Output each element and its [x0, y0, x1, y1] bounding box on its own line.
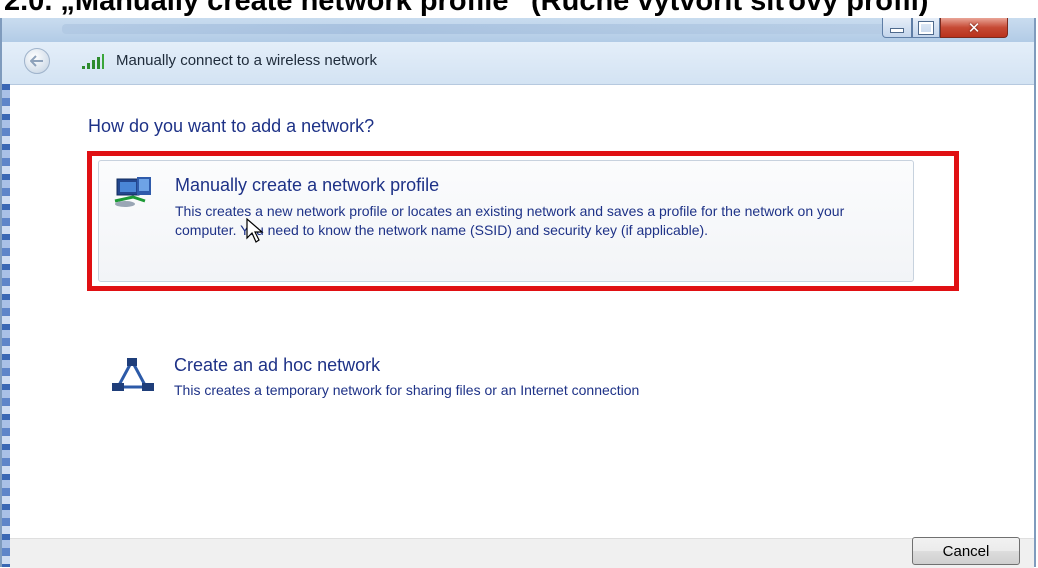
option-title: Create an ad hoc network: [174, 355, 381, 375]
dialog-window: ✕ Manually connect to a wireless network…: [0, 18, 1036, 568]
minimize-icon: [890, 28, 904, 33]
main-content: How do you want to add a network? Manual…: [10, 85, 1034, 538]
option-description: This creates a new network profile or lo…: [175, 203, 845, 238]
wireless-signal-icon: [82, 54, 104, 69]
close-button[interactable]: ✕: [940, 18, 1008, 38]
mouse-cursor-icon: [246, 218, 264, 243]
cancel-button[interactable]: Cancel: [912, 537, 1020, 565]
dialog-footer: Cancel: [10, 537, 1034, 568]
manual-profile-option[interactable]: Manually create a network profile This c…: [98, 160, 914, 282]
option-description: This creates a temporary network for sha…: [174, 382, 640, 398]
ad-hoc-network-icon: [112, 358, 154, 391]
slide-caption: 2.0. „Manually create network profile“ (…: [4, 0, 929, 17]
navigation-bar: Manually connect to a wireless network: [2, 42, 1034, 85]
minimize-button[interactable]: [882, 18, 912, 38]
network-profile-icon: [114, 177, 151, 207]
maximize-button[interactable]: [912, 18, 940, 38]
maximize-icon: [918, 20, 934, 35]
back-arrow-icon: [30, 55, 43, 67]
close-icon: ✕: [967, 18, 981, 37]
option-title: Manually create a network profile: [175, 175, 440, 195]
page-heading: How do you want to add a network?: [88, 116, 375, 136]
window-title: [62, 24, 922, 34]
ad-hoc-option[interactable]: Create an ad hoc network This creates a …: [98, 345, 914, 405]
background-strip: [2, 84, 10, 567]
title-bar: ✕: [2, 18, 1034, 42]
dialog-title: Manually connect to a wireless network: [116, 52, 377, 69]
back-button[interactable]: [24, 48, 50, 74]
